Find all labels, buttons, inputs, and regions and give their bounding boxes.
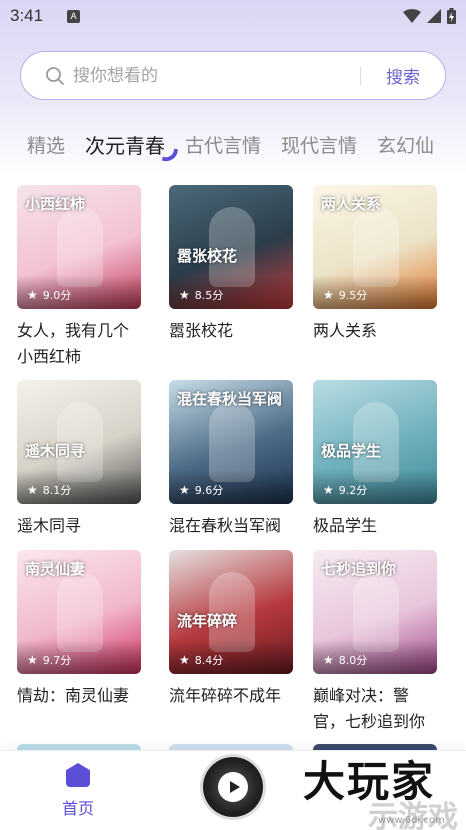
book-title[interactable]: 嚣张校花 [169,318,293,344]
tab-ancient-romance[interactable]: 古代言情 [185,130,261,162]
star-icon: ★ [323,288,334,302]
rating-value: 9.0分 [42,289,72,302]
battery-icon [447,8,456,24]
status-bar: 3:41 A [0,0,466,32]
search-input[interactable] [73,65,360,86]
star-icon: ★ [27,288,38,302]
rating-value: 9.2分 [338,484,368,497]
tab-youth[interactable]: 次元青春 [85,130,179,164]
book-title[interactable]: 流年碎碎不成年 [169,683,293,709]
cover-title-art: 两人关系 [321,195,382,213]
book-rating: ★ 8.0分 [323,652,367,668]
book-card[interactable]: 嚣张校花 ★ 8.5分 嚣张校花 [169,185,293,344]
tab-youth-label: 次元青春 [85,134,166,158]
cover-title-art: 流年碎碎 [177,612,238,630]
rating-value: 9.6分 [194,484,224,497]
book-title[interactable]: 情劫：南灵仙妻 [17,683,141,709]
book-title[interactable]: 巅峰对决：警官，七秒追到你 [313,683,437,735]
book-card[interactable]: 小西红柿 ★ 9.0分女人，我有几个小西红柿 [17,185,141,370]
home-icon [66,763,90,787]
star-icon: ★ [323,483,334,497]
book-title[interactable]: 遥木同寻 [17,513,141,539]
search-bar[interactable]: 搜索 [20,51,446,100]
book-cover: 小西红柿 ★ 9.0分 [17,185,141,309]
cover-title-art: 混在春秋当军阀 [177,390,283,408]
active-tab-indicator [161,146,179,164]
star-icon: ★ [323,653,334,667]
search-button[interactable]: 搜索 [361,63,445,88]
book-rating: ★ 8.5分 [179,287,223,303]
book-title[interactable]: 极品学生 [313,513,437,539]
book-title[interactable]: 女人，我有几个小西红柿 [17,318,141,370]
book-cover: 混在春秋当军阀 ★ 9.6分 [169,380,293,504]
book-card[interactable]: 流年碎碎 ★ 8.4分流年碎碎不成年 [169,550,293,709]
search-icon [45,66,65,86]
tab-fantasy[interactable]: 玄幻仙 [377,130,434,162]
tab-modern-romance[interactable]: 现代言情 [281,130,357,162]
book-rating: ★ 9.0分 [27,287,71,303]
rating-value: 9.5分 [338,289,368,302]
wifi-icon [403,9,421,23]
rating-value: 8.1分 [42,484,72,497]
rating-value: 9.7分 [42,654,72,667]
star-icon: ★ [27,483,38,497]
book-title[interactable]: 两人关系 [313,318,437,344]
tab-featured[interactable]: 精选 [27,130,65,162]
status-indicators [403,8,456,24]
star-icon: ★ [179,288,190,302]
book-rating: ★ 8.4分 [179,652,223,668]
cover-title-art: 南灵仙妻 [25,560,86,578]
notification-icon: A [67,9,81,23]
nav-home[interactable]: 首页 [56,763,100,819]
book-card[interactable]: 遥木同寻 ★ 8.1分 遥木同寻 [17,380,141,539]
cover-title-art: 嚣张校花 [177,247,238,265]
category-tabs: 精选 次元青春 古代言情 现代言情 玄幻仙 [27,126,454,164]
book-cover: 流年碎碎 ★ 8.4分 [169,550,293,674]
book-card[interactable]: 七秒追到你 ★ 8.0分巅峰对决：警官，七秒追到你 [313,550,437,735]
book-card[interactable]: 混在春秋当军阀 ★ 9.6分 混在春秋当军阀 [169,380,293,539]
book-cover: 遥木同寻 ★ 8.1分 [17,380,141,504]
play-icon [229,781,240,793]
book-card[interactable]: 南灵仙妻 ★ 9.7分情劫：南灵仙妻 [17,550,141,709]
signal-icon [427,9,441,23]
nav-home-label: 首页 [61,799,94,818]
book-cover: 两人关系 ★ 9.5分 [313,185,437,309]
cover-title-art: 七秒追到你 [321,560,397,578]
rating-value: 8.5分 [194,289,224,302]
star-icon: ★ [27,653,38,667]
player-inner [218,772,248,802]
book-cover: 南灵仙妻 ★ 9.7分 [17,550,141,674]
book-card[interactable]: 两人关系 ★ 9.5分 两人关系 [313,185,437,344]
book-title[interactable]: 混在春秋当军阀 [169,513,293,539]
cover-title-art: 小西红柿 [25,195,86,213]
cover-title-art: 极品学生 [321,442,382,460]
book-rating: ★ 9.6分 [179,482,223,498]
audio-player-button[interactable] [203,757,263,817]
status-time: 3:41 [10,6,44,25]
book-card[interactable]: 极品学生 ★ 9.2分 极品学生 [313,380,437,539]
star-icon: ★ [179,653,190,667]
book-cover: 七秒追到你 ★ 8.0分 [313,550,437,674]
book-cover: 极品学生 ★ 9.2分 [313,380,437,504]
cover-title-art: 遥木同寻 [25,442,86,460]
book-cover: 嚣张校花 ★ 8.5分 [169,185,293,309]
book-rating: ★ 9.7分 [27,652,71,668]
rating-value: 8.4分 [194,654,224,667]
star-icon: ★ [179,483,190,497]
book-rating: ★ 9.2分 [323,482,367,498]
book-rating: ★ 8.1分 [27,482,71,498]
book-rating: ★ 9.5分 [323,287,367,303]
watermark-url: www.6dl.com [378,815,445,826]
rating-value: 8.0分 [338,654,368,667]
